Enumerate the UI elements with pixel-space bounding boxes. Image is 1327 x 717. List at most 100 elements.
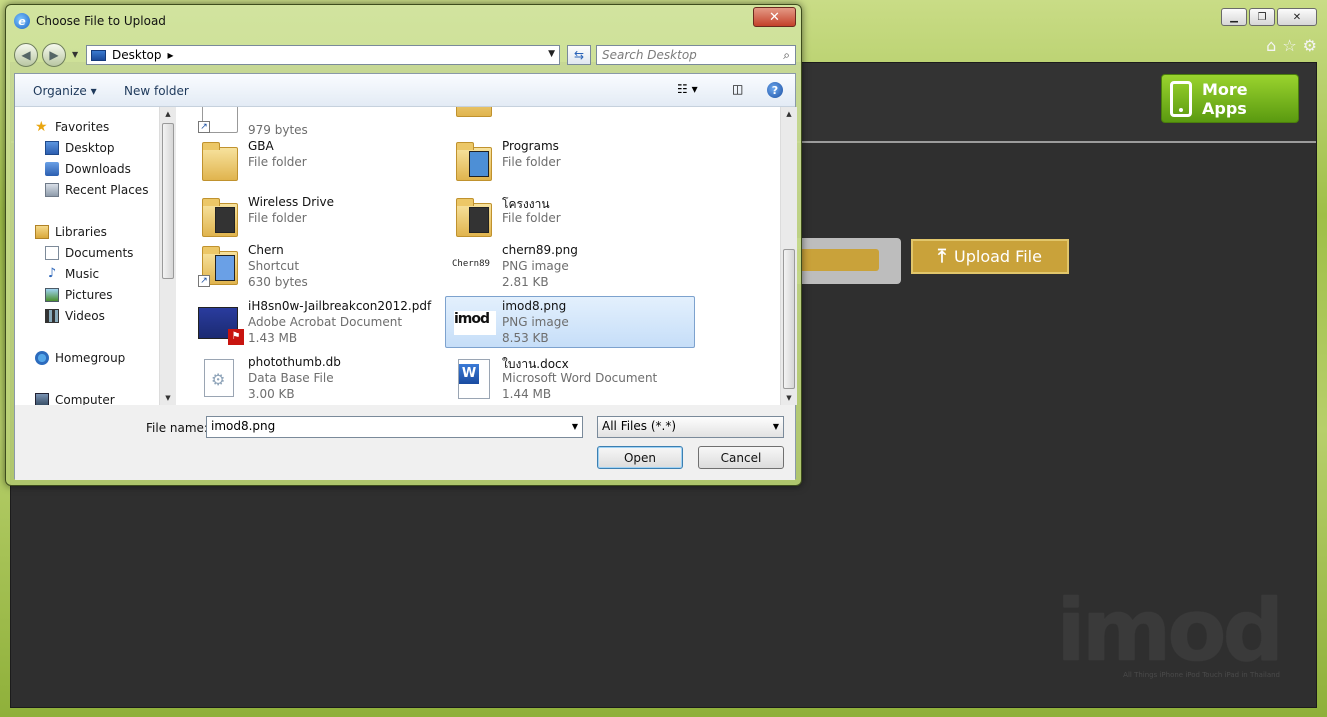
filter-dropdown-icon[interactable]: ▼ — [773, 422, 779, 431]
dialog-close-button[interactable]: ✕ — [753, 7, 796, 27]
star-icon: ★ — [35, 119, 48, 135]
window-close-button[interactable]: ✕ — [1277, 8, 1317, 26]
help-icon: ? — [767, 82, 783, 98]
file-item[interactable]: ⚑ iH8sn0w-Jailbreakcon2012.pdf Adobe Acr… — [192, 297, 442, 349]
scroll-down-icon[interactable]: ▼ — [160, 394, 176, 402]
file-name-dropdown-icon[interactable]: ▼ — [572, 422, 578, 431]
nav-label: Pictures — [65, 288, 113, 302]
back-button[interactable]: ◀ — [14, 43, 38, 67]
file-type: PNG image — [502, 315, 569, 329]
thumbnail-text: Chern89 — [452, 259, 490, 269]
downloads-icon — [45, 162, 59, 176]
logo-text: imod — [1056, 581, 1284, 681]
preview-pane-button[interactable]: ◫ — [732, 82, 743, 96]
minimize-button[interactable]: ▁ — [1221, 8, 1247, 26]
folder-item[interactable]: โครงงาน File folder — [446, 193, 696, 245]
nav-label: Homegroup — [55, 351, 126, 365]
search-icon[interactable]: ⌕ — [783, 48, 790, 63]
file-item-selected[interactable]: imod imod8.png PNG image 8.53 KB — [445, 296, 695, 348]
homegroup-icon — [35, 351, 49, 365]
internet-explorer-icon: e — [14, 13, 30, 29]
file-item[interactable]: photothumb.db Data Base File 3.00 KB — [192, 353, 442, 405]
nav-label: Computer — [55, 393, 115, 405]
file-upload-dialog: e Choose File to Upload ✕ ◀ ▶ ▼ Desktop … — [5, 4, 802, 486]
file-item[interactable]: W ใบงาน.docx Microsoft Word Document 1.4… — [446, 353, 696, 405]
upload-arrow-icon: ⤒ — [938, 246, 947, 267]
restore-button[interactable]: ❐ — [1249, 8, 1275, 26]
word-document-icon: W — [452, 357, 492, 401]
nav-label: Desktop — [65, 141, 115, 155]
nav-downloads[interactable]: Downloads — [45, 162, 131, 176]
nav-desktop[interactable]: Desktop — [45, 141, 115, 155]
upload-file-button[interactable]: ⤒ Upload File — [911, 239, 1069, 274]
file-item[interactable]: ↗ Chern Shortcut 630 bytes — [192, 241, 442, 293]
documents-icon — [45, 246, 59, 260]
organize-menu[interactable]: Organize ▾ — [33, 84, 97, 98]
folder-icon — [452, 107, 492, 121]
file-type: File folder — [248, 211, 307, 225]
file-type: Data Base File — [248, 371, 334, 385]
favorites-star-icon[interactable]: ☆ — [1282, 36, 1296, 55]
nav-computer[interactable]: Computer — [35, 393, 115, 405]
help-button[interactable]: ? — [767, 82, 783, 98]
scroll-down-icon[interactable]: ▼ — [781, 394, 797, 402]
folder-shape — [456, 198, 492, 237]
videos-icon — [45, 309, 59, 323]
file-name-input[interactable]: imod8.png ▼ — [206, 416, 583, 438]
gear-icon[interactable]: ⚙ — [1303, 36, 1317, 55]
view-dropdown-icon: ▾ — [691, 82, 698, 96]
navigation-pane-scrollbar[interactable]: ▲ ▼ — [159, 107, 176, 405]
nav-music[interactable]: ♪ Music — [45, 267, 100, 282]
scroll-up-icon[interactable]: ▲ — [781, 110, 797, 118]
navigation-pane: ★ Favorites Desktop Downloads Recent Plac… — [15, 107, 175, 405]
scroll-up-icon[interactable]: ▲ — [160, 110, 176, 118]
nav-videos[interactable]: Videos — [45, 309, 105, 323]
view-options-button[interactable]: ☷ ▾ — [677, 82, 698, 96]
address-bar[interactable]: Desktop ▸ ▼ — [86, 45, 560, 65]
nav-homegroup[interactable]: Homegroup — [35, 351, 125, 365]
file-type: Shortcut — [248, 259, 300, 273]
folder-item[interactable]: GBA File folder — [192, 137, 442, 189]
file-item[interactable]: ↗ 979 bytes — [192, 107, 442, 141]
nav-recent-places[interactable]: Recent Places — [45, 183, 148, 197]
folder-item[interactable]: Programs File folder — [446, 137, 696, 189]
folder-item[interactable]: Wireless Drive File folder — [192, 193, 442, 245]
open-button[interactable]: Open — [597, 446, 683, 469]
file-type-filter[interactable]: All Files (*.*) ▼ — [597, 416, 784, 438]
imod-logo: imod All Things iPhone iPod Touch iPad i… — [1056, 581, 1284, 681]
scrollbar-thumb[interactable] — [783, 249, 795, 389]
pictures-icon — [45, 288, 59, 302]
home-icon[interactable]: ⌂ — [1266, 36, 1276, 55]
file-name: Chern — [248, 243, 284, 257]
folder-icon — [452, 197, 492, 241]
nav-label: Music — [65, 267, 100, 281]
word-badge: W — [459, 364, 479, 384]
refresh-button[interactable]: ⇆ — [567, 45, 591, 65]
file-field-track[interactable] — [791, 238, 901, 284]
folder-preview — [469, 207, 489, 233]
file-item[interactable]: Chern89 chern89.png PNG image 2.81 KB — [446, 241, 696, 293]
file-list-scrollbar[interactable]: ▲ ▼ — [780, 107, 797, 405]
breadcrumb-chevron-icon[interactable]: ▸ — [168, 48, 174, 62]
recent-locations-dropdown[interactable]: ▼ — [72, 50, 78, 59]
file-type: Adobe Acrobat Document — [248, 315, 403, 329]
search-placeholder: Search Desktop — [602, 48, 697, 62]
file-type: File folder — [502, 155, 561, 169]
search-input[interactable]: Search Desktop ⌕ — [596, 45, 796, 65]
cancel-button[interactable]: Cancel — [698, 446, 784, 469]
file-type: File folder — [502, 211, 561, 225]
address-dropdown-icon[interactable]: ▼ — [548, 49, 555, 59]
nav-documents[interactable]: Documents — [45, 246, 133, 260]
shortcut-arrow-icon: ↗ — [198, 275, 210, 287]
nav-label: Favorites — [55, 120, 110, 134]
folder-item[interactable]: File folder — [446, 107, 696, 125]
scrollbar-thumb[interactable] — [162, 123, 174, 279]
nav-libraries[interactable]: Libraries — [35, 225, 107, 239]
nav-pictures[interactable]: Pictures — [45, 288, 113, 302]
forward-button[interactable]: ▶ — [42, 43, 66, 67]
more-apps-button[interactable]: More Apps — [1161, 74, 1299, 123]
nav-favorites[interactable]: ★ Favorites — [35, 120, 109, 134]
new-folder-button[interactable]: New folder — [124, 84, 189, 98]
file-name: Wireless Drive — [248, 195, 335, 209]
view-icon: ☷ — [677, 82, 688, 96]
